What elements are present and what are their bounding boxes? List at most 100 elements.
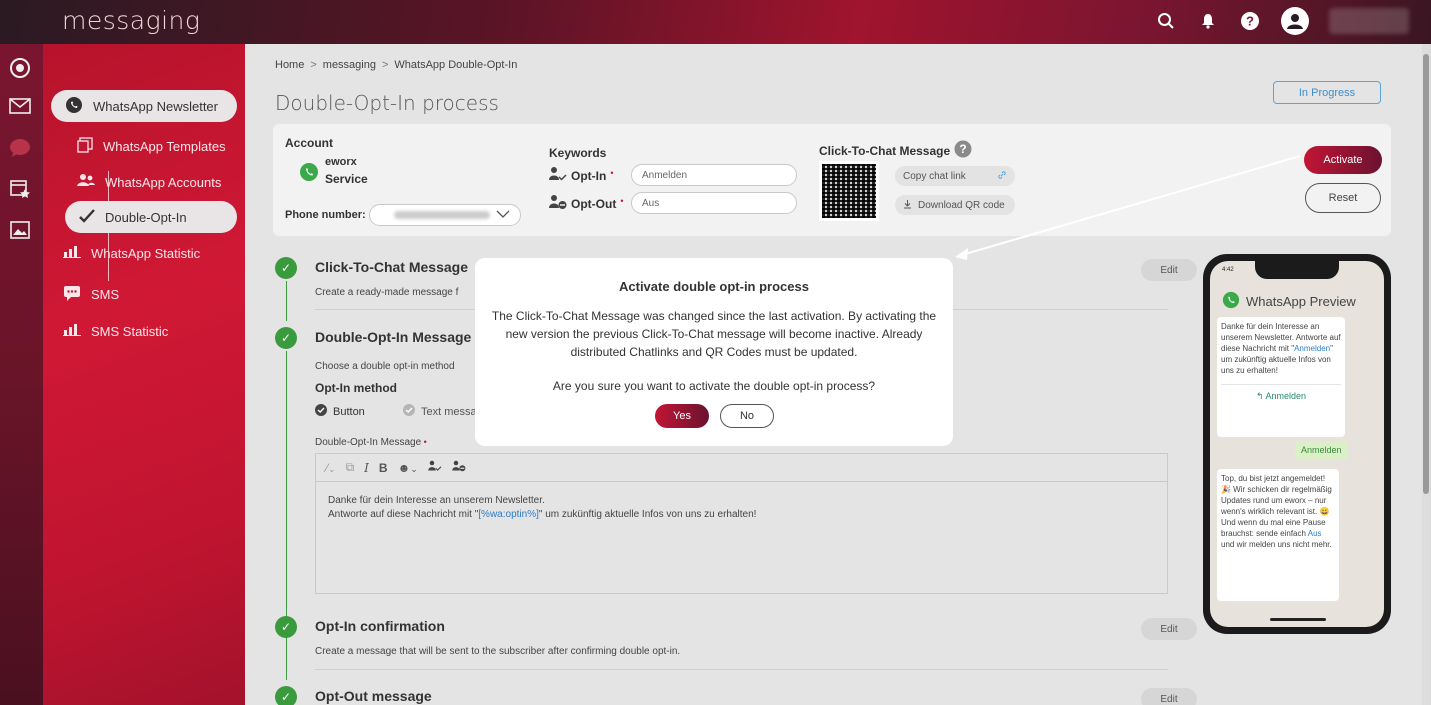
radio-checked-icon <box>315 404 327 419</box>
no-button[interactable]: No <box>720 404 774 428</box>
reset-button[interactable]: Reset <box>1305 183 1381 213</box>
edit-button[interactable]: Edit <box>1141 259 1197 281</box>
header-actions: ? <box>1155 7 1409 35</box>
dialog-message: The Click-To-Chat Message was changed si… <box>491 309 937 359</box>
download-qr-button[interactable]: Download QR code <box>895 195 1015 215</box>
sidebar-item-whatsapp-newsletter[interactable]: WhatsApp Newsletter <box>51 90 237 122</box>
help-icon[interactable]: ? <box>954 140 972 161</box>
editor-text: Antworte auf diese Nachricht mit " <box>328 509 479 520</box>
click-to-chat-label: Click-To-Chat Message <box>819 143 951 158</box>
insert-icon[interactable]: ⧉ <box>346 460 355 475</box>
yes-button[interactable]: Yes <box>655 404 709 428</box>
incoming-message-bubble: Top, du bist jetzt angemeldet! 🎉 Wir sch… <box>1217 469 1339 601</box>
optin-keyword-input[interactable]: Anmelden <box>631 164 797 186</box>
required-marker: • <box>421 437 427 447</box>
editor-content[interactable]: Danke für dein Interesse an unserem News… <box>316 482 1167 534</box>
user-name[interactable] <box>1329 8 1409 34</box>
editor-line: Danke für dein Interesse an unserem News… <box>328 495 545 506</box>
breadcrumb-separator: > <box>310 59 317 71</box>
template-icon <box>77 137 93 156</box>
scrollbar-thumb[interactable] <box>1423 54 1429 494</box>
optout-token-icon[interactable] <box>452 460 466 475</box>
dialog-question: Are you sure you want to activate the do… <box>552 379 876 393</box>
bold-icon[interactable]: B <box>379 461 388 475</box>
quick-reply-label: Anmelden <box>1265 391 1307 401</box>
copy-chat-link-button[interactable]: Copy chat link <box>895 166 1015 186</box>
account-label: Account <box>285 136 333 150</box>
step-description: Create a message that will be sent to th… <box>315 646 681 657</box>
svg-text:?: ? <box>959 142 966 156</box>
sidebar-item-whatsapp-accounts[interactable]: WhatsApp Accounts <box>77 173 221 192</box>
mail-icon[interactable] <box>8 94 32 118</box>
checkmark-icon <box>79 208 95 226</box>
bubble-keyword: Aus <box>1307 529 1322 538</box>
step-optout-message: ✓ Opt-Out message Edit <box>275 686 1197 705</box>
step-title: Double-Opt-In Message <box>315 329 472 345</box>
search-icon[interactable] <box>1155 10 1177 32</box>
sidebar-item-whatsapp-templates[interactable]: WhatsApp Templates <box>77 137 226 156</box>
help-icon[interactable]: ? <box>1239 10 1261 32</box>
step-title: Click-To-Chat Message <box>315 259 468 275</box>
status-badge: In Progress <box>1273 81 1381 104</box>
sidebar-item-sms-statistic[interactable]: SMS Statistic <box>63 324 168 339</box>
sidebar-item-label: Double-Opt-In <box>105 209 187 225</box>
link-icon <box>997 170 1007 183</box>
emoji-icon[interactable]: ☻⌄ <box>398 461 418 475</box>
magic-wand-icon[interactable]: ⁄⌄ <box>326 461 336 475</box>
phone-select[interactable] <box>369 204 521 226</box>
step-optin-confirmation: ✓ Opt-In confirmation Create a message t… <box>275 616 1197 666</box>
sidebar-item-label: SMS Statistic <box>91 324 169 339</box>
step-title: Opt-In confirmation <box>315 618 445 634</box>
optout-keyword-input[interactable]: Aus <box>631 192 797 214</box>
editor-text: " um zukünftig aktuelle Infos von uns zu… <box>538 509 757 520</box>
outgoing-message-bubble: Anmelden <box>1295 441 1348 459</box>
bell-icon[interactable] <box>1197 10 1219 32</box>
click-to-chat-header: Click-To-Chat Message ? <box>819 140 972 161</box>
bar-chart-icon <box>63 246 81 261</box>
phone-notch <box>1255 261 1339 279</box>
step-connector <box>286 640 287 680</box>
account-name-line1: eworx <box>325 156 357 168</box>
message-editor[interactable]: ⁄⌄ ⧉ I B ☻⌄ Danke für dein Interesse an … <box>315 453 1168 594</box>
editor-toolbar: ⁄⌄ ⧉ I B ☻⌄ <box>316 454 1167 482</box>
image-icon[interactable] <box>8 218 32 242</box>
edit-button[interactable]: Edit <box>1141 688 1197 705</box>
user-avatar-icon[interactable] <box>1281 7 1309 35</box>
step-description: Choose a double opt-in method <box>315 361 455 372</box>
download-icon <box>903 199 912 212</box>
breadcrumb-separator: > <box>381 59 389 71</box>
target-icon[interactable] <box>8 56 32 80</box>
copy-link-label: Copy chat link <box>903 170 966 182</box>
step-title: Opt-Out message <box>315 688 432 704</box>
sidebar: WhatsApp Newsletter WhatsApp Templates W… <box>43 44 245 705</box>
optout-keyword-label: Opt-Out • <box>549 194 623 213</box>
optin-method-button-radio[interactable]: Button <box>315 404 365 419</box>
messaging-icon[interactable] <box>8 136 32 160</box>
sidebar-item-label: WhatsApp Accounts <box>105 175 222 190</box>
page-title: Double-Opt-In process <box>275 91 499 115</box>
phone-label: Phone number: <box>285 209 366 221</box>
bubble-keyword: Anmelden <box>1294 344 1331 353</box>
sidebar-item-double-opt-in[interactable]: Double-Opt-In <box>65 201 237 233</box>
activate-confirm-dialog: Activate double opt-in process The Click… <box>475 258 953 446</box>
breadcrumb-home[interactable]: Home <box>275 59 304 71</box>
optin-token-icon[interactable] <box>428 460 442 475</box>
activate-button[interactable]: Activate <box>1304 146 1382 174</box>
sidebar-item-sms[interactable]: SMS <box>63 285 119 304</box>
editor-line: Antworte auf diese Nachricht mit "[%wa:o… <box>328 508 1155 522</box>
optin-method-label: Opt-In method <box>315 381 397 395</box>
page-scrollbar[interactable] <box>1422 44 1430 705</box>
sidebar-item-label: WhatsApp Statistic <box>91 246 201 261</box>
user-minus-icon <box>549 194 567 213</box>
edit-button[interactable]: Edit <box>1141 618 1197 640</box>
calendar-star-icon[interactable] <box>8 176 32 200</box>
optin-method-text-radio[interactable]: Text messa <box>403 404 477 419</box>
optin-placeholder-token: [%wa:optin%] <box>478 509 539 520</box>
breadcrumb-messaging[interactable]: messaging <box>323 59 376 71</box>
radio-label: Text messa <box>421 405 477 418</box>
italic-icon[interactable]: I <box>364 461 369 475</box>
sidebar-item-whatsapp-statistic[interactable]: WhatsApp Statistic <box>63 246 200 261</box>
message-label: Double-Opt-In Message • <box>315 437 427 448</box>
app-rail <box>0 44 43 705</box>
checkmark-icon: ✓ <box>275 686 297 705</box>
